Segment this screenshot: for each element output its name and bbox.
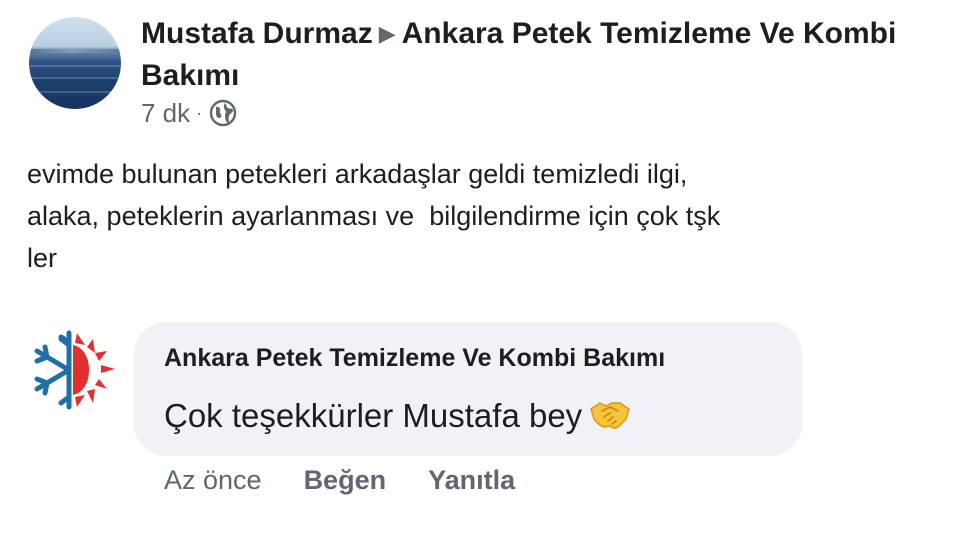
post-author-avatar[interactable]: [29, 17, 121, 109]
comment-text: Çok teşekkürler Mustafa bey: [164, 397, 583, 434]
avatar-water-ripple: [29, 77, 121, 79]
comment-actions: Az önce Beğen Yanıtla: [164, 462, 515, 498]
post-header: Mustafa Durmaz ▶ Ankara Petek Temizleme Ve…: [141, 14, 931, 96]
meta-separator: ·: [196, 103, 203, 123]
avatar-water-ripple: [29, 65, 121, 67]
comment-timestamp[interactable]: Az önce: [164, 462, 262, 498]
commenter-logo-avatar[interactable]: [27, 327, 123, 413]
share-arrow-icon: ▶: [378, 21, 396, 46]
handshake-icon: [588, 397, 632, 431]
reply-button[interactable]: Yanıtla: [428, 462, 515, 498]
globe-icon[interactable]: [208, 98, 238, 128]
comment-bubble: Ankara Petek Temizleme Ve Kombi Bakımı Ç…: [134, 322, 802, 456]
post-author-name[interactable]: Mustafa Durmaz: [141, 17, 373, 50]
post-body-text: evimde bulunan petekleri arkadaşlar geld…: [27, 159, 721, 273]
comment-text-row: Çok teşekkürler Mustafa bey: [164, 394, 632, 438]
post-meta: 7 dk ·: [141, 96, 238, 130]
comment-author-name[interactable]: Ankara Petek Temizleme Ve Kombi Bakımı: [164, 340, 665, 376]
avatar-horizon: [29, 49, 121, 53]
avatar-water-ripple: [29, 91, 121, 93]
like-button[interactable]: Beğen: [304, 462, 387, 498]
post-timestamp[interactable]: 7 dk: [141, 96, 190, 130]
